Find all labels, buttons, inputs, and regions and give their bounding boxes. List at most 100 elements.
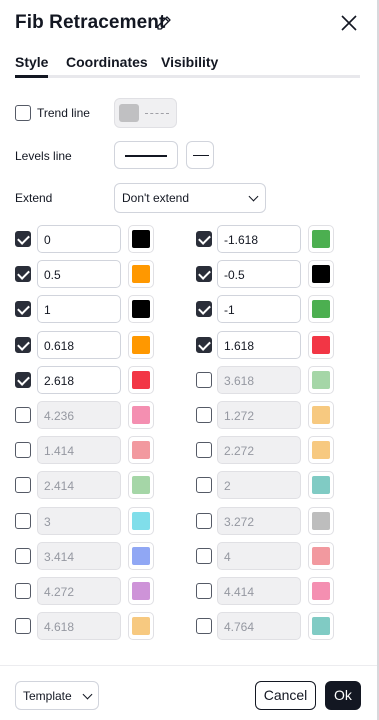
trend-line-style-button[interactable] <box>114 98 177 128</box>
level-value-input[interactable]: 1.414 <box>37 436 121 465</box>
tab-coordinates[interactable]: Coordinates <box>66 54 148 70</box>
level-checkbox[interactable] <box>15 477 31 494</box>
level-color-button[interactable] <box>128 506 154 535</box>
level-color-button[interactable] <box>128 225 154 253</box>
level-checkbox[interactable] <box>196 442 212 459</box>
level-value-input[interactable]: 2.618 <box>37 365 121 394</box>
level-value-input[interactable]: 1.272 <box>217 401 301 429</box>
ok-button[interactable]: Ok <box>325 681 361 710</box>
dashed-line-icon <box>145 113 169 114</box>
level-value-input[interactable]: 2 <box>217 471 301 500</box>
trend-line-color-swatch <box>119 104 139 122</box>
level-value-input[interactable]: 4.236 <box>37 401 121 429</box>
level-color-button[interactable] <box>308 330 334 359</box>
close-icon[interactable] <box>340 14 358 32</box>
level-checkbox[interactable] <box>15 407 31 423</box>
template-dropdown[interactable]: Template <box>15 681 99 710</box>
level-color-button[interactable] <box>308 401 334 429</box>
level-color-button[interactable] <box>128 295 154 324</box>
level-color-button[interactable] <box>308 471 334 500</box>
level-color-swatch <box>312 335 330 354</box>
level-value-input[interactable]: 3.272 <box>217 506 301 535</box>
level-checkbox[interactable] <box>196 231 212 247</box>
levels-line-label: Levels line <box>15 149 72 163</box>
level-checkbox[interactable] <box>196 301 212 318</box>
level-value-input[interactable]: 2.272 <box>217 436 301 465</box>
level-checkbox[interactable] <box>196 336 212 353</box>
level-checkbox[interactable] <box>15 371 31 388</box>
level-value-input[interactable]: 4 <box>217 541 301 570</box>
level-color-button[interactable] <box>128 260 154 289</box>
level-checkbox[interactable] <box>15 231 31 247</box>
levels-line-style-button[interactable] <box>186 141 214 169</box>
level-checkbox[interactable] <box>196 407 212 423</box>
trend-line-checkbox[interactable] <box>15 105 31 121</box>
level-checkbox[interactable] <box>15 301 31 318</box>
level-value-input[interactable]: 3.618 <box>217 365 301 394</box>
levels-line-width-button[interactable] <box>114 141 178 169</box>
level-color-swatch <box>312 370 330 389</box>
extend-select-value: Don't extend <box>122 191 190 205</box>
level-checkbox[interactable] <box>196 266 212 283</box>
level-checkbox[interactable] <box>196 547 212 564</box>
level-checkbox[interactable] <box>15 512 31 529</box>
dialog-header: Fib Retracement <box>0 0 379 48</box>
level-color-button[interactable] <box>308 577 334 605</box>
level-color-swatch <box>132 441 150 460</box>
level-value-input[interactable]: 1 <box>37 295 121 324</box>
tab-visibility[interactable]: Visibility <box>161 54 218 70</box>
level-value-input[interactable]: 3 <box>37 506 121 535</box>
level-value-input[interactable]: -1.618 <box>217 225 301 253</box>
level-checkbox[interactable] <box>196 618 212 635</box>
level-color-swatch <box>132 335 150 354</box>
level-checkbox[interactable] <box>15 583 31 599</box>
level-checkbox[interactable] <box>196 512 212 529</box>
level-value-input[interactable]: 4.414 <box>217 577 301 605</box>
level-checkbox[interactable] <box>15 547 31 564</box>
level-checkbox[interactable] <box>15 336 31 353</box>
level-value-input[interactable]: 4.618 <box>37 612 121 641</box>
cancel-button[interactable]: Cancel <box>255 681 316 710</box>
level-value-input[interactable]: 0.5 <box>37 260 121 289</box>
extend-select[interactable]: Don't extend <box>114 183 266 213</box>
level-color-button[interactable] <box>128 401 154 429</box>
level-color-swatch <box>132 230 150 248</box>
level-color-button[interactable] <box>128 612 154 641</box>
level-color-button[interactable] <box>308 365 334 394</box>
level-value-input[interactable]: -1 <box>217 295 301 324</box>
level-color-button[interactable] <box>308 541 334 570</box>
level-checkbox[interactable] <box>196 371 212 388</box>
level-color-button[interactable] <box>308 436 334 465</box>
level-color-button[interactable] <box>128 365 154 394</box>
level-color-swatch <box>132 617 150 636</box>
level-color-button[interactable] <box>308 295 334 324</box>
level-checkbox[interactable] <box>15 618 31 635</box>
level-value-input[interactable]: -0.5 <box>217 260 301 289</box>
level-color-button[interactable] <box>128 436 154 465</box>
level-value-input[interactable]: 4.272 <box>37 577 121 605</box>
level-value-input[interactable]: 3.414 <box>37 541 121 570</box>
level-checkbox[interactable] <box>15 266 31 283</box>
level-checkbox[interactable] <box>196 583 212 599</box>
level-value-input[interactable]: 4.764 <box>217 612 301 641</box>
line-style-icon <box>193 155 209 156</box>
level-color-button[interactable] <box>128 471 154 500</box>
level-color-swatch <box>132 582 150 600</box>
level-color-button[interactable] <box>128 541 154 570</box>
level-color-button[interactable] <box>128 577 154 605</box>
level-value-input[interactable]: 0.618 <box>37 330 121 359</box>
dialog-title: Fib Retracement <box>15 12 166 33</box>
level-color-swatch <box>132 511 150 530</box>
level-color-button[interactable] <box>308 506 334 535</box>
level-color-button[interactable] <box>308 225 334 253</box>
level-value-input[interactable]: 0 <box>37 225 121 253</box>
level-color-button[interactable] <box>308 260 334 289</box>
pencil-icon[interactable] <box>156 15 172 31</box>
level-color-button[interactable] <box>128 330 154 359</box>
level-color-button[interactable] <box>308 612 334 641</box>
level-value-input[interactable]: 1.618 <box>217 330 301 359</box>
level-checkbox[interactable] <box>196 477 212 494</box>
level-checkbox[interactable] <box>15 442 31 459</box>
tab-style[interactable]: Style <box>15 54 49 78</box>
level-value-input[interactable]: 2.414 <box>37 471 121 500</box>
